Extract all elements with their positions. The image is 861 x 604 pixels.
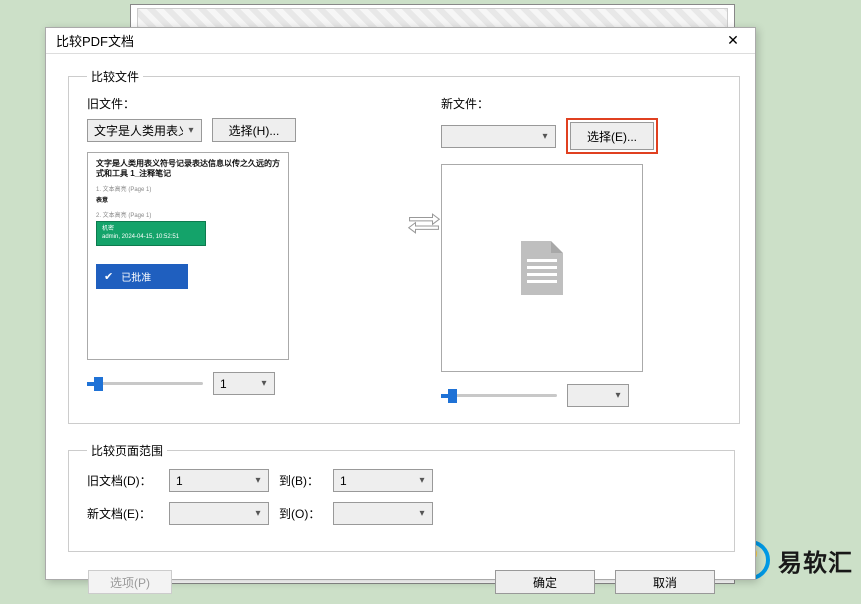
swap-arrows-icon [407,121,441,331]
cancel-button[interactable]: 取消 [615,570,715,594]
ok-button[interactable]: 确定 [495,570,595,594]
dialog-title: 比较PDF文档 [56,31,717,50]
old-file-zoom-slider[interactable] [87,374,203,394]
old-file-page-value: 1 [220,377,256,391]
chevron-down-icon: ▾ [250,508,266,519]
new-file-dropdown[interactable]: ▾ [441,125,556,148]
options-button[interactable]: 选项(P) [88,570,172,594]
stamp-approved: ✔ 已批准 [96,264,188,289]
new-file-select-highlight: 选择(E)... [566,118,658,154]
new-file-zoom-slider[interactable] [441,386,557,406]
page-range-legend: 比较页面范围 [87,442,167,459]
old-file-page-dropdown[interactable]: 1 ▾ [213,372,275,395]
page-range-group: 比较页面范围 旧文档(D)： 1 ▾ 到(B)： 1 ▾ 新文档(E)： ▾ [68,442,735,552]
old-doc-label: 旧文档(D)： [87,472,159,489]
stamp-blue-text: 已批准 [121,269,151,284]
new-file-column: 新文件： ▾ 选择(E)... [441,95,721,407]
old-doc-to-value: 1 [340,474,414,488]
titlebar: 比较PDF文档 ✕ [46,28,755,54]
new-doc-label: 新文档(E)： [87,505,159,522]
old-file-label: 旧文件： [87,95,367,112]
to-label-b: 到(B)： [279,472,323,489]
compare-files-group: 比较文件 旧文件： 文字是人类用表义符 ▾ 选择(H)... 文字是人类用表义符… [68,68,740,424]
old-file-preview: 文字是人类用表义符号记录表达信息以传之久远的方式和工具 1_注释笔记 1. 文本… [87,152,289,360]
preview-annot-1: 1. 文本高亮 (Page 1) [96,184,280,193]
preview-annot-2: 2. 文本高亮 (Page 1) [96,210,280,219]
new-file-preview [441,164,643,372]
old-doc-from-value: 1 [176,474,250,488]
chevron-down-icon: ▾ [610,390,626,401]
to-label-o: 到(O)： [279,505,323,522]
chevron-down-icon: ▾ [414,475,430,486]
stamp-green-line1: 机密 [102,225,200,233]
stamp-confidential: 机密 admin, 2024-04-15, 10:52:51 [96,221,206,246]
new-file-page-dropdown[interactable]: ▾ [567,384,629,407]
stamp-green-line2: admin, 2024-04-15, 10:52:51 [102,233,200,241]
document-icon [521,241,563,295]
old-doc-to-dropdown[interactable]: 1 ▾ [333,469,433,492]
old-doc-from-dropdown[interactable]: 1 ▾ [169,469,269,492]
old-file-select-button[interactable]: 选择(H)... [212,118,296,142]
close-icon[interactable]: ✕ [717,30,749,52]
preview-annot-1b: 表意 [96,195,280,204]
dialog-content: 比较文件 旧文件： 文字是人类用表义符 ▾ 选择(H)... 文字是人类用表义符… [46,54,755,604]
chevron-down-icon: ▾ [414,508,430,519]
check-icon: ✔ [104,270,113,283]
compare-pdf-dialog: 比较PDF文档 ✕ 比较文件 旧文件： 文字是人类用表义符 ▾ 选择(H)... [45,27,756,580]
new-file-label: 新文件： [441,95,721,112]
old-file-dropdown[interactable]: 文字是人类用表义符 ▾ [87,119,202,142]
old-file-dropdown-value: 文字是人类用表义符 [94,122,183,139]
chevron-down-icon: ▾ [256,378,272,389]
chevron-down-icon: ▾ [250,475,266,486]
preview-title: 文字是人类用表义符号记录表达信息以传之久远的方式和工具 1_注释笔记 [96,159,280,180]
compare-files-legend: 比较文件 [87,68,143,85]
chevron-down-icon: ▾ [537,131,553,142]
new-file-select-button[interactable]: 选择(E)... [570,122,654,150]
dialog-footer: 选项(P) 确定 取消 [68,570,735,594]
new-doc-from-dropdown[interactable]: ▾ [169,502,269,525]
chevron-down-icon: ▾ [183,125,199,136]
old-file-column: 旧文件： 文字是人类用表义符 ▾ 选择(H)... 文字是人类用表义符号记录表达… [87,95,367,395]
new-doc-to-dropdown[interactable]: ▾ [333,502,433,525]
brand-text: 易软汇 [778,543,853,578]
